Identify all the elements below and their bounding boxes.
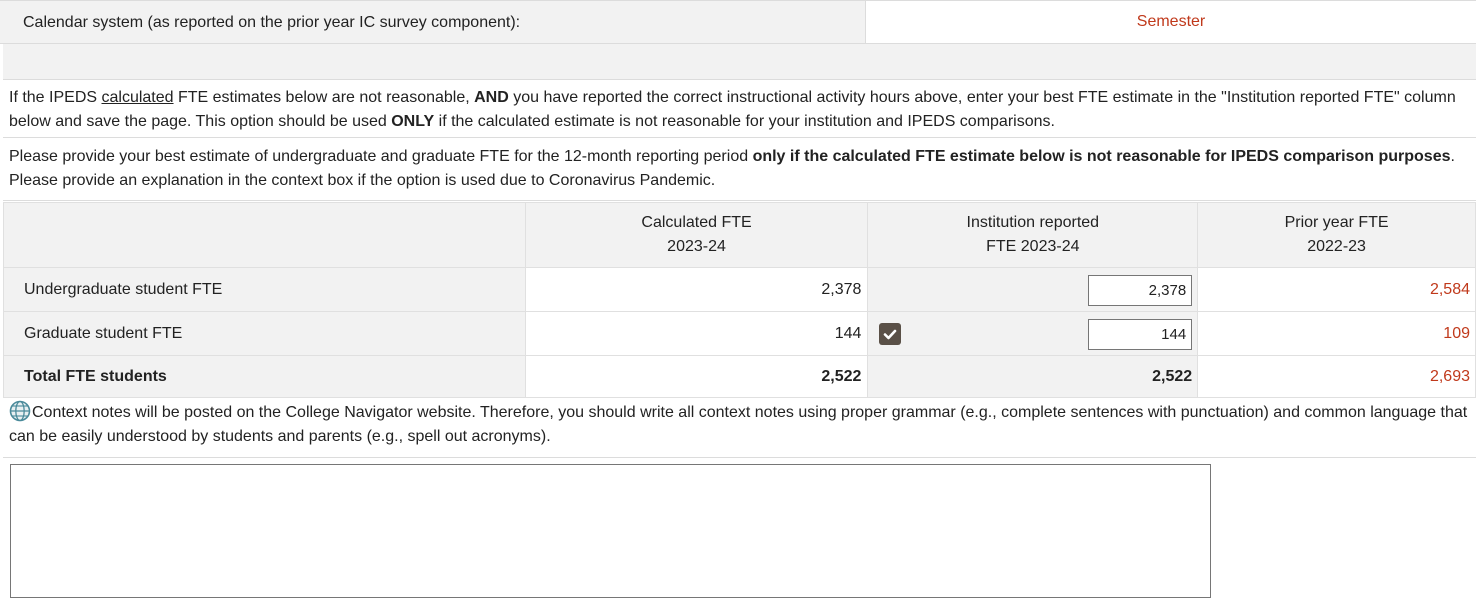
undergraduate-fte-input[interactable]: 2,378 [1088, 275, 1193, 306]
instruction-text: Please provide your best estimate of und… [9, 148, 753, 165]
instruction-emphasis: ONLY [391, 113, 435, 130]
section-spacer [3, 44, 1476, 80]
instruction-text: if the calculated estimate is not reason… [434, 113, 1055, 130]
prior-value: 109 [1197, 311, 1476, 356]
row-label: Total FTE students [3, 355, 526, 398]
header-text: FTE 2023-24 [986, 238, 1080, 255]
check-icon[interactable] [879, 323, 902, 345]
context-notes-info: Context notes will be posted on the Coll… [3, 396, 1476, 458]
header-text: Prior year FTE [1284, 214, 1389, 231]
table-row-total: Total FTE students 2,522 2,522 2,693 [3, 355, 1476, 398]
prior-total: 2,693 [1197, 355, 1476, 398]
institution-cell: 2,378 [867, 267, 1199, 312]
calculated-total: 2,522 [524, 355, 869, 398]
context-notes-textarea[interactable] [10, 464, 1211, 598]
row-label: Undergraduate student FTE [3, 267, 526, 312]
prior-value: 2,584 [1197, 267, 1476, 312]
calendar-system-row: Calendar system (as reported on the prio… [0, 0, 1476, 44]
header-text: 2022-23 [1307, 238, 1366, 255]
table-row-graduate: Graduate student FTE 144 144 109 [3, 311, 1476, 356]
globe-icon[interactable] [9, 400, 31, 422]
graduate-fte-input[interactable]: 144 [1088, 319, 1193, 350]
instruction-text: If the IPEDS [9, 89, 102, 106]
header-calculated-fte: Calculated FTE 2023-24 [524, 202, 869, 268]
header-text: 2023-24 [667, 238, 726, 255]
instruction-emphasis: only if the calculated FTE estimate belo… [752, 148, 1451, 165]
calendar-system-value: Semester [1136, 13, 1206, 30]
institution-cell: 144 [867, 311, 1199, 356]
instruction-emphasis: AND [474, 89, 509, 106]
fte-estimate-paragraph: Please provide your best estimate of und… [3, 138, 1476, 201]
header-institution-reported: Institution reported FTE 2023-24 [867, 202, 1199, 268]
header-text: Calculated FTE [641, 214, 752, 231]
calculated-value: 2,378 [524, 267, 869, 312]
context-notes-text: Context notes will be posted on the Coll… [9, 404, 1468, 445]
header-text: Institution reported [966, 214, 1100, 231]
table-row-undergraduate: Undergraduate student FTE 2,378 2,378 2,… [3, 267, 1476, 312]
header-prior-year: Prior year FTE 2022-23 [1197, 202, 1476, 268]
fte-table: Calculated FTE 2023-24 Institution report… [3, 202, 1476, 398]
row-label: Graduate student FTE [3, 311, 526, 356]
calculated-value: 144 [524, 311, 869, 356]
fte-table-header: Calculated FTE 2023-24 Institution report… [3, 202, 1476, 268]
instruction-text: FTE estimates below are not reasonable, [173, 89, 475, 106]
calculated-term: calculated [101, 89, 174, 106]
calendar-system-label: Calendar system (as reported on the prio… [0, 1, 866, 43]
context-box-area [3, 459, 1476, 609]
institution-total: 2,522 [867, 355, 1199, 398]
fte-instructions-paragraph: If the IPEDS calculated FTE estimates be… [3, 81, 1476, 138]
header-blank [3, 202, 526, 268]
